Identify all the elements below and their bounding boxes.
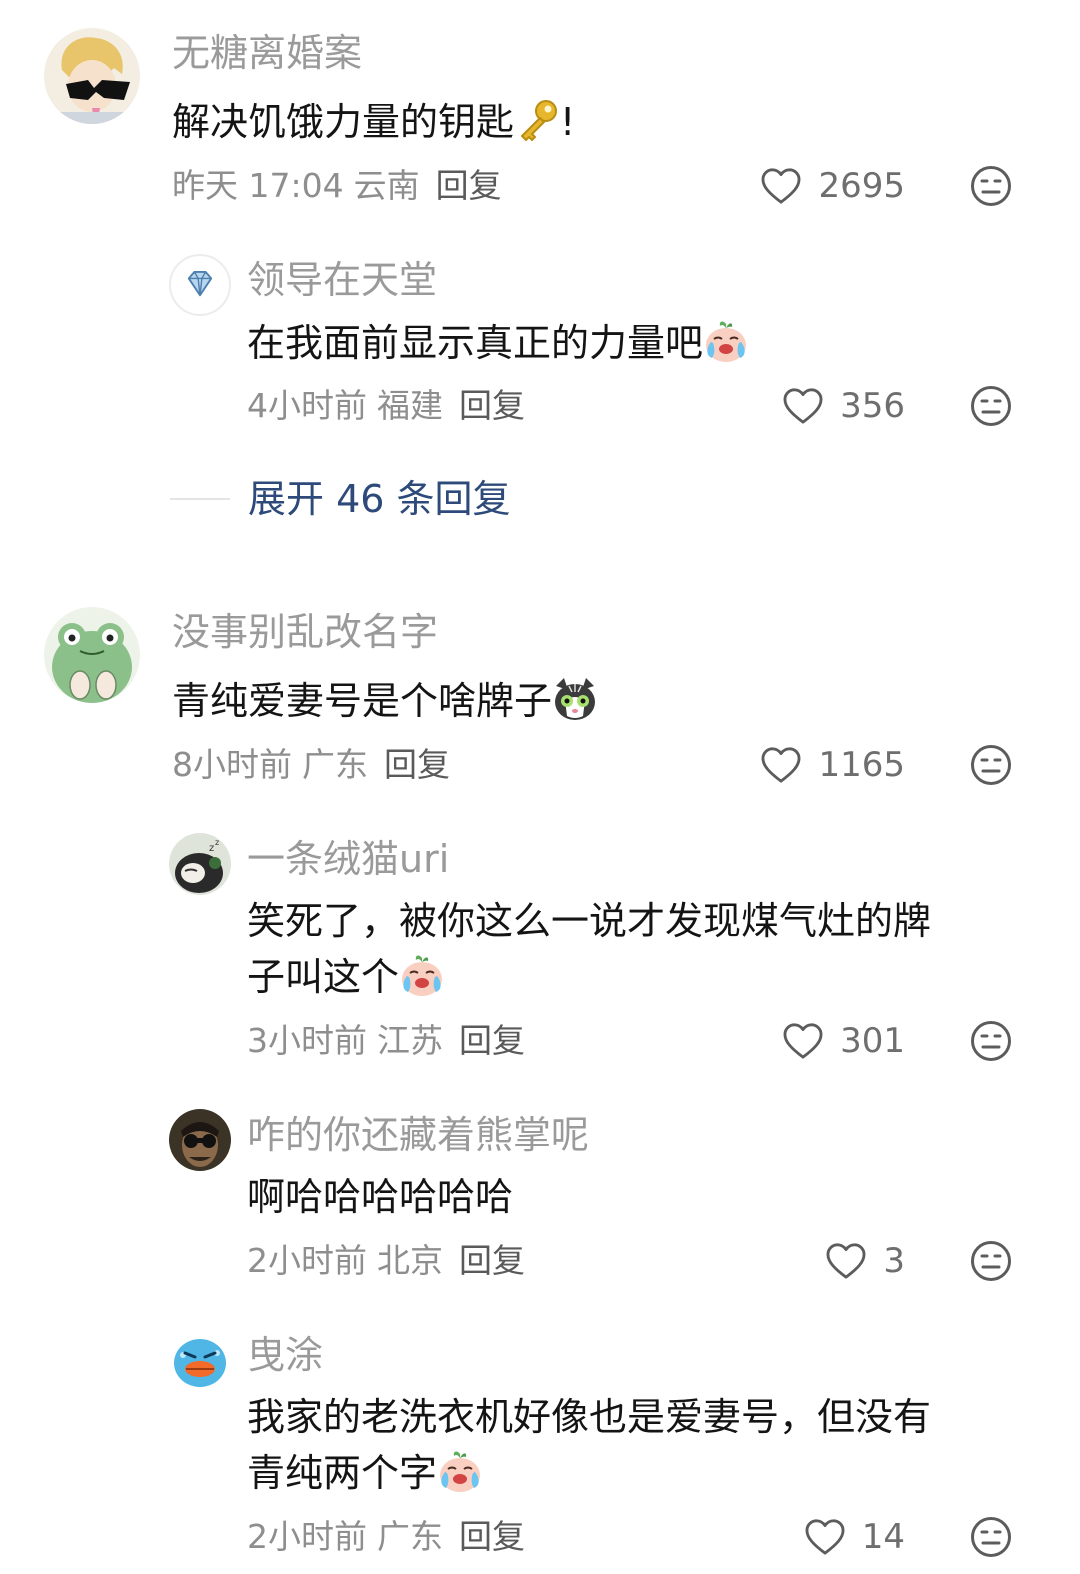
heart-icon: [804, 1518, 846, 1556]
reply-button[interactable]: 回复: [459, 1517, 525, 1556]
blue-duck-avatar[interactable]: [169, 1329, 231, 1391]
like-count: 356: [840, 386, 905, 426]
reply-text-line: 笑死了，被你这么一说才发现煤气灶的牌: [247, 899, 932, 943]
reply-meta: 4小时前 福建 回复: [247, 386, 525, 426]
comment-location: 广东: [302, 745, 368, 784]
reply-location: 江苏: [377, 1021, 443, 1060]
comment-location: 云南: [353, 166, 420, 205]
reply-location: 北京: [377, 1241, 443, 1280]
expand-replies-label: 展开 46 条回复: [248, 477, 511, 521]
meh-face-icon: [970, 1240, 1012, 1282]
heart-icon: [825, 1242, 867, 1280]
reply-button[interactable]: 回复: [459, 1241, 525, 1280]
dislike-button[interactable]: [970, 165, 1012, 207]
reply-text: 在我面前显示真正的力量吧: [247, 315, 1027, 371]
reply-button[interactable]: 回复: [459, 386, 525, 425]
reply-text-body: 在我面前显示真正的力量吧: [247, 321, 704, 365]
svg-text:z: z: [209, 843, 214, 854]
key-emoji: [514, 97, 560, 143]
reply-time: 2小时前: [247, 1517, 367, 1556]
reply-text-line: 子叫这个: [247, 955, 400, 999]
reply-meta: 3小时前 江苏 回复: [247, 1021, 525, 1061]
reply-time: 2小时前: [247, 1241, 367, 1280]
anime-boy-sunglasses-avatar[interactable]: [44, 28, 140, 124]
man-binoculars-avatar[interactable]: [169, 1109, 231, 1171]
reply-location: 广东: [377, 1517, 443, 1556]
reply-location: 福建: [377, 386, 443, 425]
comment-text: 青纯爱妻号是个啥牌子: [172, 673, 952, 729]
reply-time: 3小时前: [247, 1021, 367, 1060]
divider: [170, 498, 230, 500]
dislike-button[interactable]: [970, 1516, 1012, 1558]
meh-face-icon: [970, 385, 1012, 427]
dislike-button[interactable]: [970, 1020, 1012, 1062]
like-count: 3: [883, 1241, 905, 1281]
shocked-cat-emoji: [552, 676, 598, 722]
comment-time: 昨天 17:04: [172, 166, 344, 205]
comment-text: 解决饥饿力量的钥匙!: [172, 94, 952, 150]
comment-text-body: 青纯爱妻号是个啥牌子: [172, 679, 553, 723]
comment-time: 8小时前: [172, 745, 292, 784]
frog-avatar[interactable]: [44, 607, 140, 703]
heart-icon: [760, 746, 802, 784]
like-button[interactable]: 3: [825, 1239, 905, 1283]
reply-text-line: 我家的老洗衣机好像也是爱妻号，但没有: [247, 1395, 932, 1439]
like-button[interactable]: 1165: [760, 743, 905, 787]
like-count: 1165: [818, 745, 905, 785]
like-count: 14: [861, 1517, 905, 1557]
comment-text-suffix: !: [560, 100, 576, 144]
reply-username[interactable]: 曳涂: [247, 1332, 323, 1378]
meh-face-icon: [970, 1516, 1012, 1558]
like-button[interactable]: 356: [782, 384, 905, 428]
reply-text: 笑死了，被你这么一说才发现煤气灶的牌 子叫这个: [247, 893, 1017, 1005]
comment-list: 无糖离婚案 解决饥饿力量的钥匙! 昨天 17:04 云南 回复 2695 领导在天堂…: [0, 0, 1080, 1574]
svg-text:z: z: [215, 838, 219, 847]
comment-username[interactable]: 没事别乱改名字: [172, 609, 438, 655]
like-count: 2695: [818, 166, 905, 206]
comment-text-body: 解决饥饿力量的钥匙: [172, 100, 515, 144]
comment-meta: 8小时前 广东 回复: [172, 745, 450, 785]
reply-button[interactable]: 回复: [459, 1021, 525, 1060]
like-button[interactable]: 301: [782, 1019, 905, 1063]
reply-button[interactable]: 回复: [384, 745, 450, 784]
like-button[interactable]: 2695: [760, 164, 905, 208]
reply-time: 4小时前: [247, 386, 367, 425]
comment-meta: 昨天 17:04 云南 回复: [172, 166, 502, 206]
reply-text: 啊哈哈哈哈哈哈: [247, 1175, 514, 1219]
reply-username[interactable]: 咋的你还藏着熊掌呢: [247, 1112, 589, 1158]
comment-username[interactable]: 无糖离婚案: [172, 30, 362, 76]
dislike-button[interactable]: [970, 1240, 1012, 1282]
crying-laughing-emoji: [399, 952, 445, 998]
like-button[interactable]: 14: [804, 1515, 905, 1559]
meh-face-icon: [970, 1020, 1012, 1062]
heart-icon: [760, 167, 802, 205]
like-count: 301: [840, 1021, 905, 1061]
heart-icon: [782, 387, 824, 425]
heart-icon: [782, 1022, 824, 1060]
expand-replies-button[interactable]: 展开 46 条回复: [170, 474, 511, 524]
reply-button[interactable]: 回复: [436, 166, 502, 205]
dislike-button[interactable]: [970, 385, 1012, 427]
meh-face-icon: [970, 744, 1012, 786]
diamond-avatar[interactable]: [169, 254, 231, 316]
reply-username[interactable]: 领导在天堂: [247, 257, 437, 303]
reply-username[interactable]: 一条绒猫uri: [247, 836, 449, 882]
meh-face-icon: [970, 165, 1012, 207]
reply-meta: 2小时前 广东 回复: [247, 1517, 525, 1557]
reply-meta: 2小时前 北京 回复: [247, 1241, 525, 1281]
reply-text-line: 青纯两个字: [247, 1451, 438, 1495]
dislike-button[interactable]: [970, 744, 1012, 786]
crying-laughing-emoji: [703, 318, 749, 364]
reply-text: 我家的老洗衣机好像也是爱妻号，但没有 青纯两个字: [247, 1389, 1017, 1501]
sleeping-cat-avatar[interactable]: z z: [169, 833, 231, 895]
crying-laughing-emoji: [437, 1448, 483, 1494]
